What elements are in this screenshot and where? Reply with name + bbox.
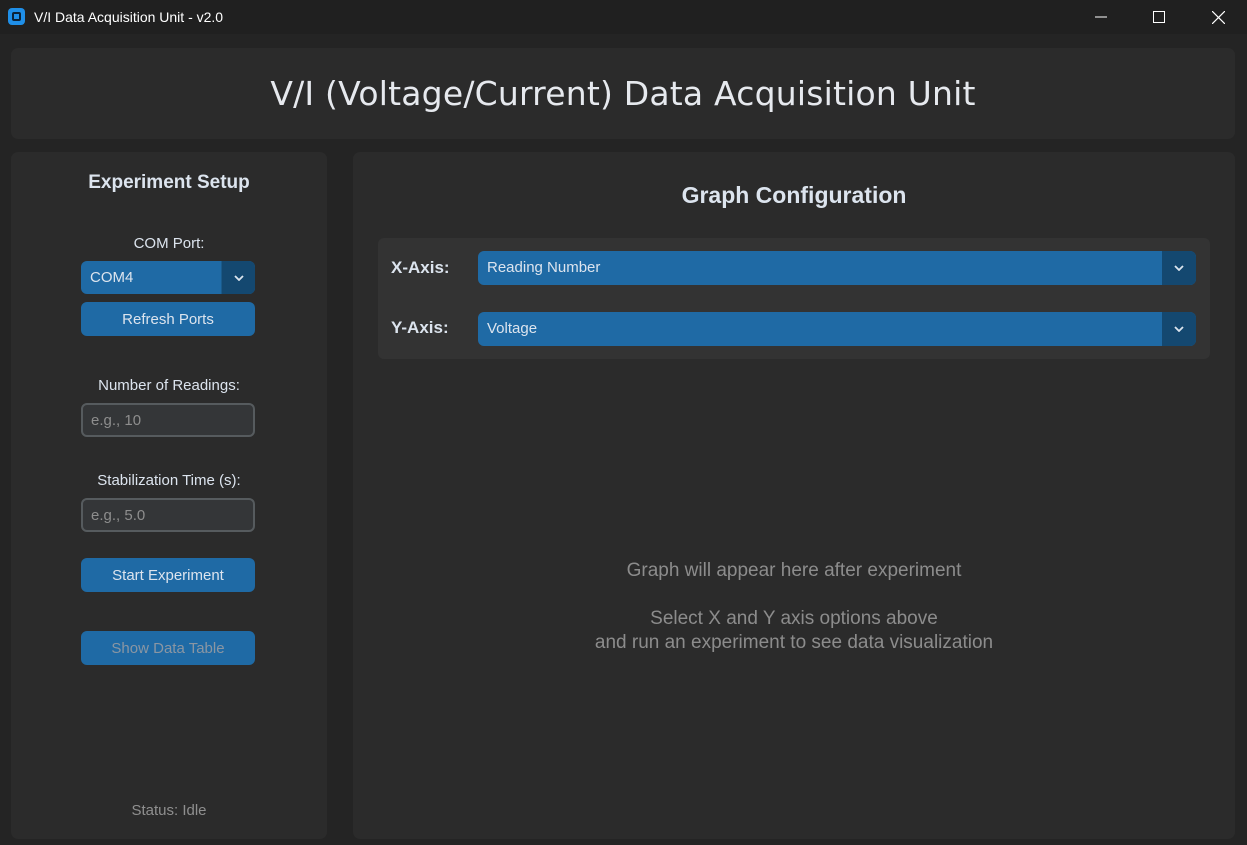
y-axis-dropdown[interactable]: Voltage [478, 312, 1196, 346]
experiment-setup-panel: Experiment Setup COM Port: COM4 Refresh … [11, 152, 327, 839]
chevron-down-icon[interactable] [221, 261, 255, 294]
com-port-label: COM Port: [133, 235, 205, 252]
header-panel: V/I (Voltage/Current) Data Acquisition U… [11, 48, 1235, 139]
chevron-down-icon[interactable] [1162, 251, 1196, 285]
maximize-icon [1153, 11, 1165, 23]
close-icon [1211, 10, 1225, 24]
graph-placeholder-line2: Select X and Y axis options above [650, 608, 938, 629]
com-port-value: COM4 [90, 269, 134, 286]
x-axis-label: X-Axis: [391, 258, 450, 277]
window-title: V/I Data Acquisition Unit - v2.0 [34, 9, 224, 25]
stabilization-input[interactable] [81, 498, 255, 532]
page-title: V/I (Voltage/Current) Data Acquisition U… [270, 74, 976, 113]
chevron-down-icon[interactable] [1162, 312, 1196, 346]
graph-configuration-title: Graph Configuration [681, 182, 907, 208]
x-axis-value: Reading Number [487, 259, 601, 276]
com-port-dropdown[interactable]: COM4 [81, 261, 255, 294]
y-axis-label: Y-Axis: [391, 318, 449, 337]
readings-label: Number of Readings: [98, 377, 240, 394]
graph-placeholder-line1: Graph will appear here after experiment [626, 560, 962, 581]
minimize-button[interactable] [1072, 0, 1130, 34]
graph-placeholder-line3: and run an experiment to see data visual… [594, 632, 994, 653]
maximize-button[interactable] [1130, 0, 1188, 34]
experiment-setup-title: Experiment Setup [88, 172, 250, 193]
stabilization-label: Stabilization Time (s): [97, 472, 241, 489]
window-titlebar: V/I Data Acquisition Unit - v2.0 [0, 0, 1247, 34]
axis-config-box: X-Axis: Reading Number Y-Axis: Voltage [378, 238, 1210, 359]
start-experiment-button[interactable]: Start Experiment [81, 558, 255, 592]
graph-panel: Graph Configuration X-Axis: Reading Numb… [353, 152, 1235, 839]
refresh-ports-button[interactable]: Refresh Ports [81, 302, 255, 336]
show-data-table-button[interactable]: Show Data Table [81, 631, 255, 665]
minimize-icon [1095, 16, 1107, 18]
y-axis-value: Voltage [487, 320, 538, 337]
status-label: Status: Idle [131, 802, 207, 819]
readings-input[interactable] [81, 403, 255, 437]
close-button[interactable] [1189, 0, 1247, 34]
x-axis-dropdown[interactable]: Reading Number [478, 251, 1196, 285]
app-icon [8, 8, 25, 25]
